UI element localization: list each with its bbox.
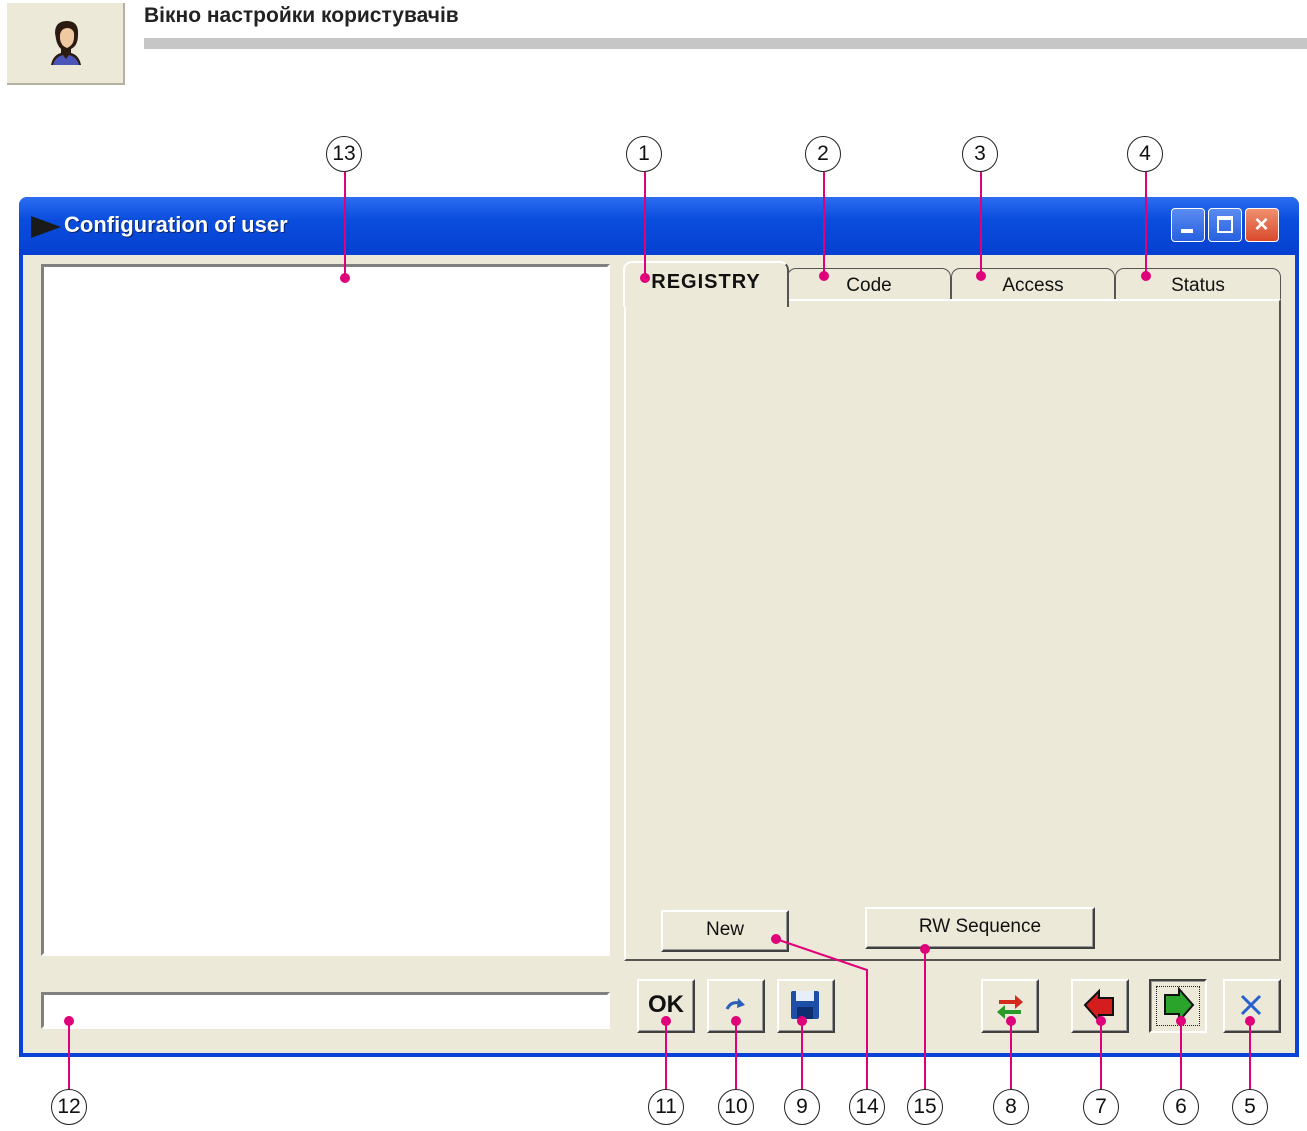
leader-14 [771, 934, 868, 1089]
callout-5: 5 [1232, 1089, 1268, 1125]
leader-dot-15 [920, 944, 930, 954]
leader-dot-11 [661, 1016, 671, 1026]
leader-5 [1249, 1021, 1251, 1089]
callout-8: 8 [993, 1089, 1029, 1125]
callout-15: 15 [907, 1089, 943, 1125]
callout-4: 4 [1127, 136, 1163, 172]
leader-dot-4 [1141, 271, 1151, 281]
callout-2: 2 [805, 136, 841, 172]
leader-dot-12 [64, 1016, 74, 1026]
leader-dot-10 [731, 1016, 741, 1026]
callout-11: 11 [648, 1089, 684, 1125]
callout-3: 3 [962, 136, 998, 172]
callout-13: 13 [326, 136, 362, 172]
leader-dot-3 [976, 271, 986, 281]
leader-dot-2 [819, 271, 829, 281]
leader-dot-5 [1245, 1016, 1255, 1026]
callout-6: 6 [1163, 1089, 1199, 1125]
leader-dot-9 [797, 1016, 807, 1026]
leader-dot-6 [1176, 1016, 1186, 1026]
leader-15 [924, 949, 926, 1089]
callout-10: 10 [718, 1089, 754, 1125]
leader-6 [1180, 1021, 1182, 1089]
leader-dot-8 [1006, 1016, 1016, 1026]
callout-12: 12 [51, 1089, 87, 1125]
callout-7: 7 [1083, 1089, 1119, 1125]
leader-7 [1100, 1021, 1102, 1089]
leader-dot-13 [340, 273, 350, 283]
leader-8 [1010, 1021, 1012, 1089]
leader-dot-7 [1096, 1016, 1106, 1026]
callout-1: 1 [626, 136, 662, 172]
leader-dot-1 [640, 273, 650, 283]
callout-14: 14 [849, 1089, 885, 1125]
callout-9: 9 [784, 1089, 820, 1125]
